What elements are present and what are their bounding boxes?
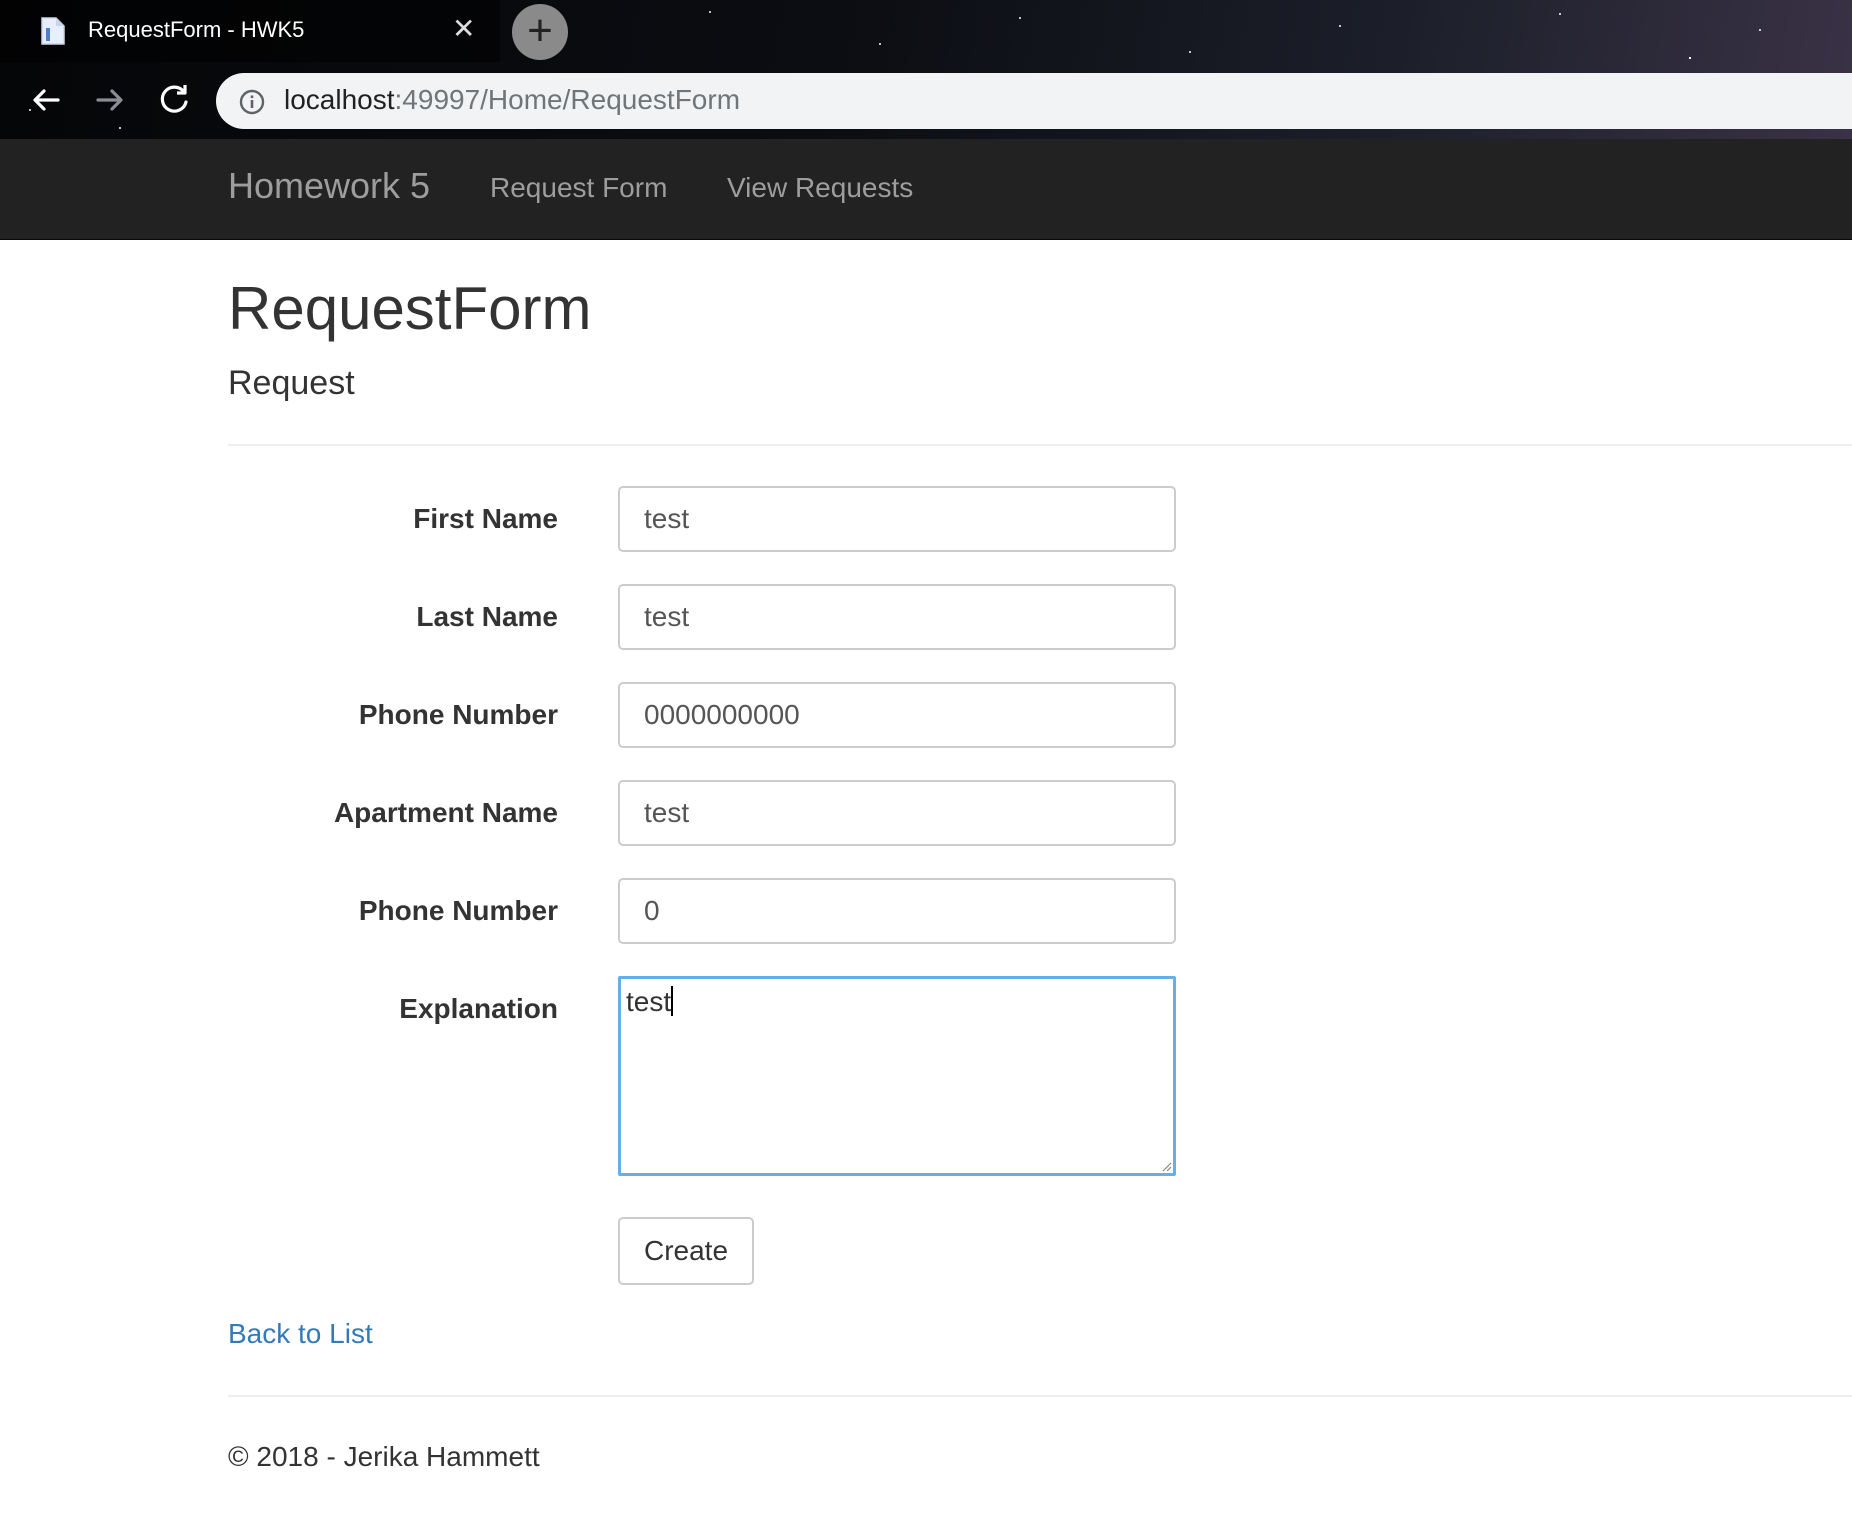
new-tab-button[interactable]: + xyxy=(512,4,568,60)
page-subtitle: Request xyxy=(228,364,355,402)
phone-number-input[interactable]: 0000000000 xyxy=(618,682,1176,748)
phone-number-label: Phone Number xyxy=(358,699,558,730)
back-to-list-link[interactable]: Back to List xyxy=(228,1318,373,1350)
url-path: :49997/Home/RequestForm xyxy=(394,84,741,115)
second-phone-number-input[interactable]: 0 xyxy=(618,878,1176,944)
apartment-name-input[interactable]: test xyxy=(618,780,1176,846)
url-host: localhost xyxy=(284,84,395,115)
document-icon xyxy=(41,17,65,45)
last-name-input[interactable]: test xyxy=(618,584,1176,650)
url-text[interactable]: localhost:49997/Home/RequestForm xyxy=(284,84,740,116)
footer-copyright: © 2018 - Jerika Hammett xyxy=(228,1441,540,1472)
reload-icon[interactable] xyxy=(154,80,194,120)
info-icon[interactable] xyxy=(238,88,266,116)
create-button[interactable]: Create xyxy=(618,1217,754,1285)
last-name-label: Last Name xyxy=(416,601,558,632)
apartment-name-label: Apartment Name xyxy=(333,797,558,828)
footer-divider xyxy=(228,1395,1852,1397)
tab-title: RequestForm - HWK5 xyxy=(88,17,305,42)
text-caret xyxy=(671,986,674,1016)
nav-link-view-requests[interactable]: View Requests xyxy=(727,172,913,204)
divider xyxy=(228,444,1852,446)
explanation-text: test xyxy=(626,986,672,1017)
explanation-textarea[interactable]: test xyxy=(618,976,1176,1176)
second-phone-number-label: Phone Number xyxy=(358,895,558,926)
resize-grip-icon[interactable] xyxy=(1160,1160,1172,1172)
first-name-input[interactable]: test xyxy=(618,486,1176,552)
back-arrow-icon[interactable] xyxy=(26,80,66,120)
nav-link-request-form[interactable]: Request Form xyxy=(490,172,667,204)
explanation-label: Explanation xyxy=(399,993,558,1024)
page-title: RequestForm xyxy=(228,275,592,342)
first-name-label: First Name xyxy=(413,503,558,534)
close-tab-icon[interactable]: ✕ xyxy=(452,14,475,44)
browser-tab[interactable]: RequestForm - HWK5 ✕ xyxy=(0,0,500,62)
forward-arrow-icon[interactable] xyxy=(90,80,130,120)
navbar-brand[interactable]: Homework 5 xyxy=(228,165,430,207)
